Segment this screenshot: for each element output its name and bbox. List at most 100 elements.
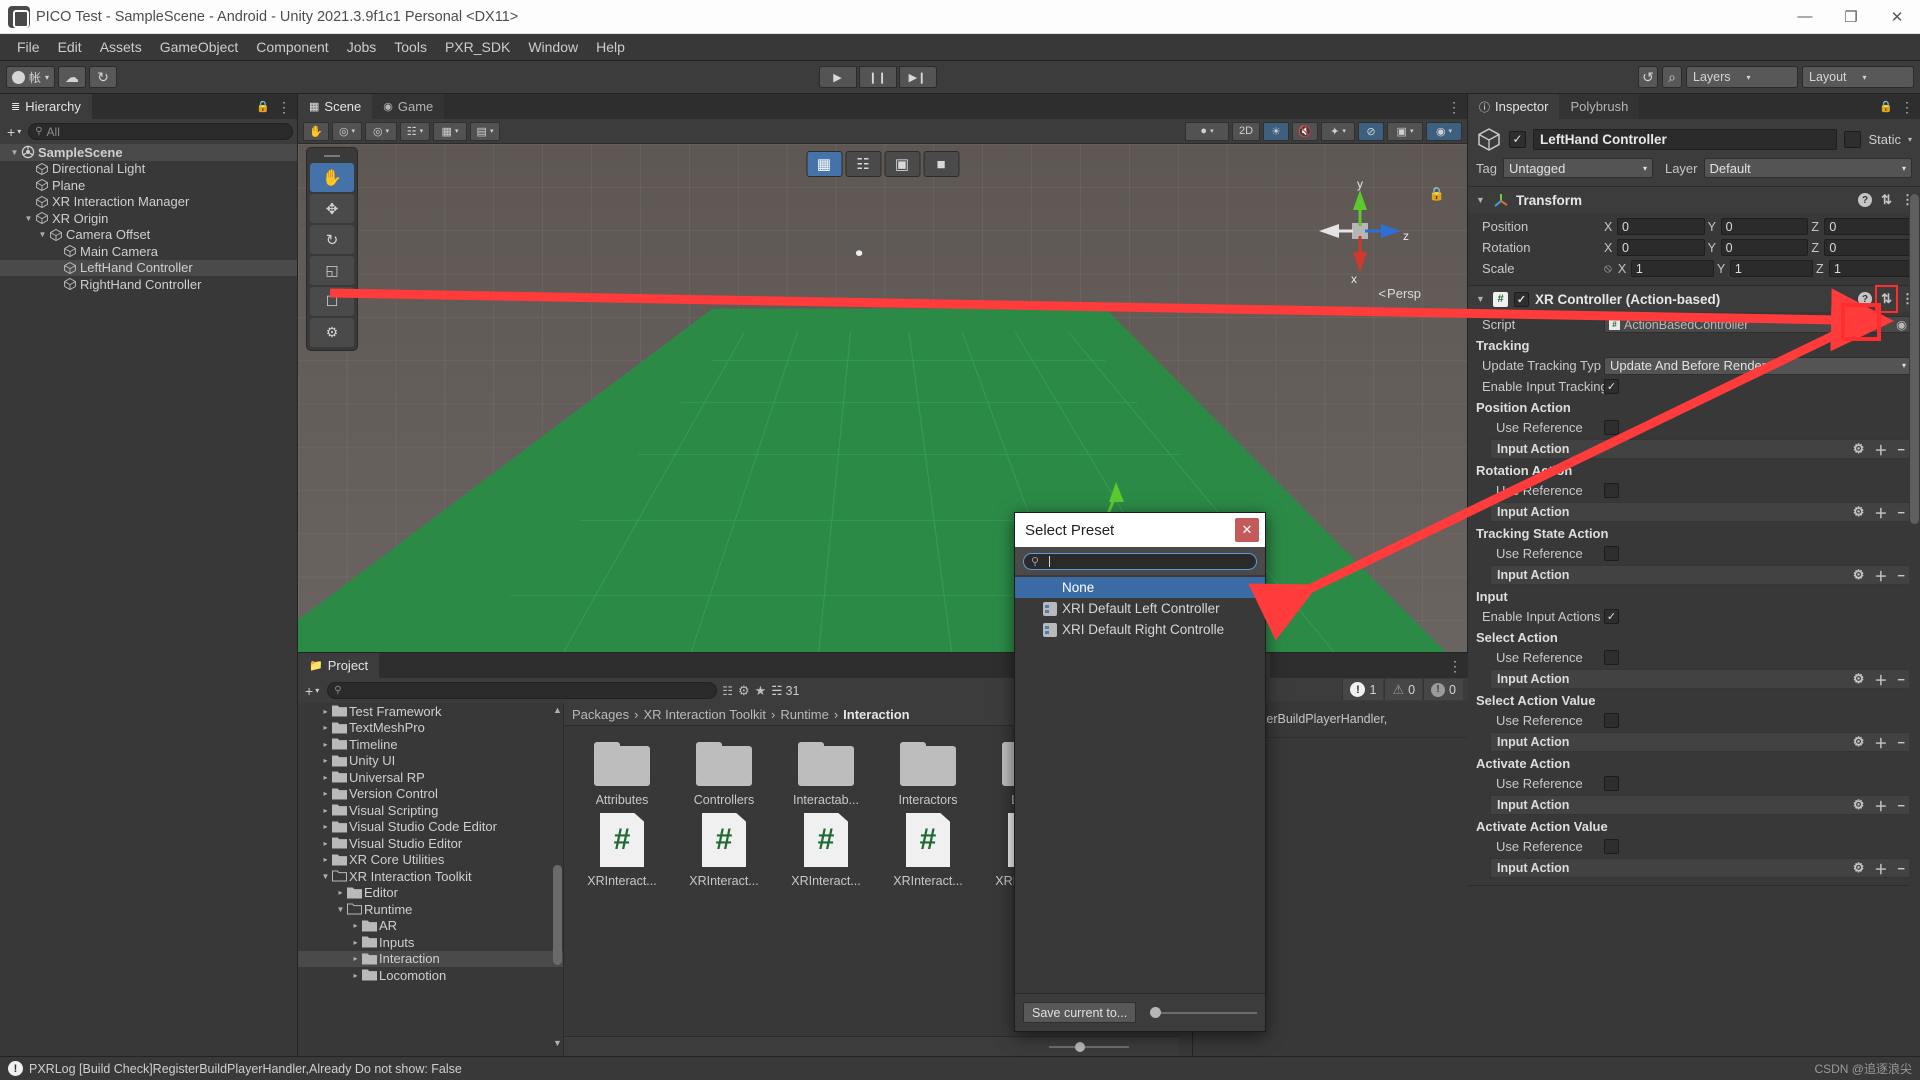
preset-size-slider[interactable] — [1150, 1007, 1257, 1019]
scene-lighting-toggle[interactable]: ☀ — [1263, 121, 1289, 141]
property-checkbox[interactable]: ✓ — [1604, 713, 1619, 728]
gear-icon[interactable]: ⚙ — [1853, 734, 1865, 750]
property-checkbox[interactable]: ✓ — [1604, 546, 1619, 561]
breadcrumb-item[interactable]: Packages — [572, 707, 629, 722]
help-icon[interactable]: ? — [1858, 292, 1873, 306]
hand-tool-button[interactable]: ✋ — [310, 163, 354, 192]
tab-game[interactable]: ◉ Game — [372, 94, 445, 119]
menu-file[interactable]: File — [8, 36, 49, 58]
project-tree-item-visual-studio-editor[interactable]: ▸ Visual Studio Editor — [298, 835, 563, 852]
cloud-button[interactable]: ☁ — [58, 66, 87, 88]
minus-icon[interactable]: − — [1897, 735, 1905, 750]
scene-gizmos-dropdown[interactable]: ◉ ▾ — [1426, 121, 1462, 141]
project-add-button[interactable]: + ▾ — [302, 683, 322, 699]
property-checkbox[interactable]: ✓ — [1604, 483, 1619, 498]
xr-controller-header[interactable]: ▼ # ✓ XR Controller (Action-based) ? ⇅ ⋮ — [1468, 285, 1920, 313]
menu-tools[interactable]: Tools — [385, 36, 436, 58]
tab-scene[interactable]: ▦ Scene — [298, 94, 373, 119]
rect-overlay-button[interactable]: ☷ — [845, 151, 881, 177]
input-action-row[interactable]: Input Action ⚙ ＋ − — [1490, 669, 1912, 689]
hierarchy-item-xr-origin[interactable]: ▼ XR Origin — [0, 210, 297, 227]
expand-triangle-icon[interactable]: ▸ — [334, 888, 347, 897]
rotation-y-field[interactable]: 0 — [1720, 239, 1809, 256]
asset-item[interactable]: # XRInteract... — [888, 813, 968, 888]
project-tree-item-xr-core-utilities[interactable]: ▸ XR Core Utilities — [298, 852, 563, 869]
project-tree-item-ar[interactable]: ▸ AR — [298, 918, 563, 935]
preset-list-item[interactable]: XRI Default Right Controlle — [1015, 619, 1265, 640]
preset-list[interactable]: None XRI Default Left Controller XRI Defau… — [1015, 575, 1265, 993]
hierarchy-item-plane[interactable]: ▸ Plane — [0, 177, 297, 194]
asset-item[interactable]: Interactors — [888, 742, 968, 807]
project-tree-scrollbar[interactable]: ▲ ▼ — [553, 705, 562, 1054]
expand-triangle-icon[interactable]: ▼ — [319, 872, 332, 881]
project-tree-item-test-framework[interactable]: ▸ Test Framework — [298, 703, 563, 720]
scene-tool-handle[interactable]: ◎ ▾ — [365, 121, 397, 141]
grid-overlay-button[interactable]: ▦ — [806, 151, 842, 177]
hierarchy-item-righthand-controller[interactable]: ▸ RightHand Controller — [0, 276, 297, 293]
scene-orientation-gizmo[interactable]: y z x — [1305, 176, 1415, 286]
hierarchy-menu-icon[interactable]: ⋮ — [277, 100, 291, 114]
layer-dropdown[interactable]: Default ▾ — [1703, 158, 1912, 178]
gear-icon[interactable]: ⚙ — [1853, 860, 1865, 876]
expand-triangle-icon[interactable]: ▸ — [319, 855, 332, 864]
menu-help[interactable]: Help — [587, 36, 634, 58]
project-tree-item-timeline[interactable]: ▸ Timeline — [298, 736, 563, 753]
update-tracking-type-dropdown[interactable]: Update And Before Render ▾ — [1604, 356, 1912, 375]
shape-overlay-button[interactable]: ■ — [923, 151, 959, 177]
move-tool-button[interactable]: ✥ — [310, 194, 354, 223]
gear-icon[interactable]: ⚙ — [1853, 671, 1865, 687]
asset-item[interactable]: # XRInteract... — [582, 813, 662, 888]
preset-icon[interactable]: ⇅ — [1875, 285, 1898, 313]
hierarchy-item-main-camera[interactable]: ▸ Main Camera — [0, 243, 297, 260]
inspector-menu-icon[interactable]: ⋮ — [1900, 100, 1914, 114]
scene-tool-pivot[interactable]: ◎ ▾ — [332, 121, 362, 141]
menu-gameobject[interactable]: GameObject — [151, 36, 248, 58]
asset-item[interactable]: Interactab... — [786, 742, 866, 807]
minus-icon[interactable]: − — [1897, 798, 1905, 813]
asset-item[interactable]: Controllers — [684, 742, 764, 807]
scene-audio-toggle[interactable]: 🔇 — [1292, 121, 1318, 141]
transform-tool-button[interactable]: ⚙ — [310, 318, 354, 347]
scene-grid-snap-button[interactable]: ▤ ▾ — [470, 121, 500, 141]
asset-item[interactable]: # XRInteract... — [684, 813, 764, 888]
input-action-row[interactable]: Input Action ⚙ ＋ − — [1490, 502, 1912, 522]
gear-icon[interactable]: ⚙ — [1853, 567, 1865, 583]
project-tree-item-visual-studio-code-editor[interactable]: ▸ Visual Studio Code Editor — [298, 819, 563, 836]
preset-list-item[interactable]: None — [1015, 577, 1265, 598]
hierarchy-item-xr-interaction-manager[interactable]: ▸ XR Interaction Manager — [0, 194, 297, 211]
uniform-scale-icon[interactable]: ⦸ — [1604, 261, 1612, 276]
xr-controller-enabled-checkbox[interactable]: ✓ — [1514, 291, 1529, 307]
scene-camera-dropdown[interactable]: ▣ ▾ — [1387, 121, 1423, 141]
project-tree-item-xr-interaction-toolkit[interactable]: ▼ XR Interaction Toolkit — [298, 868, 563, 885]
project-filter-type-icon[interactable]: ⚙ — [738, 683, 750, 699]
palette-drag-handle[interactable] — [310, 151, 354, 161]
hierarchy-search-input[interactable]: ⚲ All — [28, 123, 293, 140]
minus-icon[interactable]: − — [1897, 442, 1905, 457]
volume-overlay-button[interactable]: ▣ — [884, 151, 920, 177]
project-tree-item-unity-ui[interactable]: ▸ Unity UI — [298, 753, 563, 770]
expand-triangle-icon[interactable]: ▸ — [319, 740, 332, 749]
property-checkbox[interactable]: ✓ — [1604, 839, 1619, 854]
tab-polybrush[interactable]: Polybrush — [1559, 94, 1640, 119]
tab-inspector[interactable]: ⓘ Inspector — [1468, 94, 1560, 119]
hierarchy-item-samplescene[interactable]: ▼ SampleScene — [0, 144, 297, 161]
close-icon[interactable]: ✕ — [1235, 518, 1259, 542]
hierarchy-item-directional-light[interactable]: ▸ Directional Light — [0, 161, 297, 178]
expand-triangle-icon[interactable]: ▸ — [319, 773, 332, 782]
asset-item[interactable]: # XRInteract... — [786, 813, 866, 888]
input-action-row[interactable]: Input Action ⚙ ＋ − — [1490, 439, 1912, 459]
console-error-count[interactable]: ! 1 — [1342, 679, 1384, 700]
menu-pxr-sdk[interactable]: PXR_SDK — [436, 36, 519, 58]
scene-lock-icon[interactable]: 🔒 — [1429, 186, 1445, 202]
property-checkbox[interactable]: ✓ — [1604, 609, 1619, 624]
project-tree-item-interaction[interactable]: ▸ Interaction — [298, 950, 563, 967]
scene-tool-hand[interactable]: ✋ — [303, 121, 329, 141]
help-icon[interactable]: ? — [1858, 193, 1873, 207]
expand-triangle-icon[interactable]: ▸ — [319, 806, 332, 815]
plus-icon[interactable]: ＋ — [1874, 733, 1887, 752]
search-button[interactable]: ⌕ — [1662, 66, 1682, 88]
property-checkbox[interactable]: ✓ — [1604, 420, 1619, 435]
menu-edit[interactable]: Edit — [49, 36, 91, 58]
expand-triangle-icon[interactable]: ▸ — [319, 756, 332, 765]
asset-item[interactable]: Attributes — [582, 742, 662, 807]
